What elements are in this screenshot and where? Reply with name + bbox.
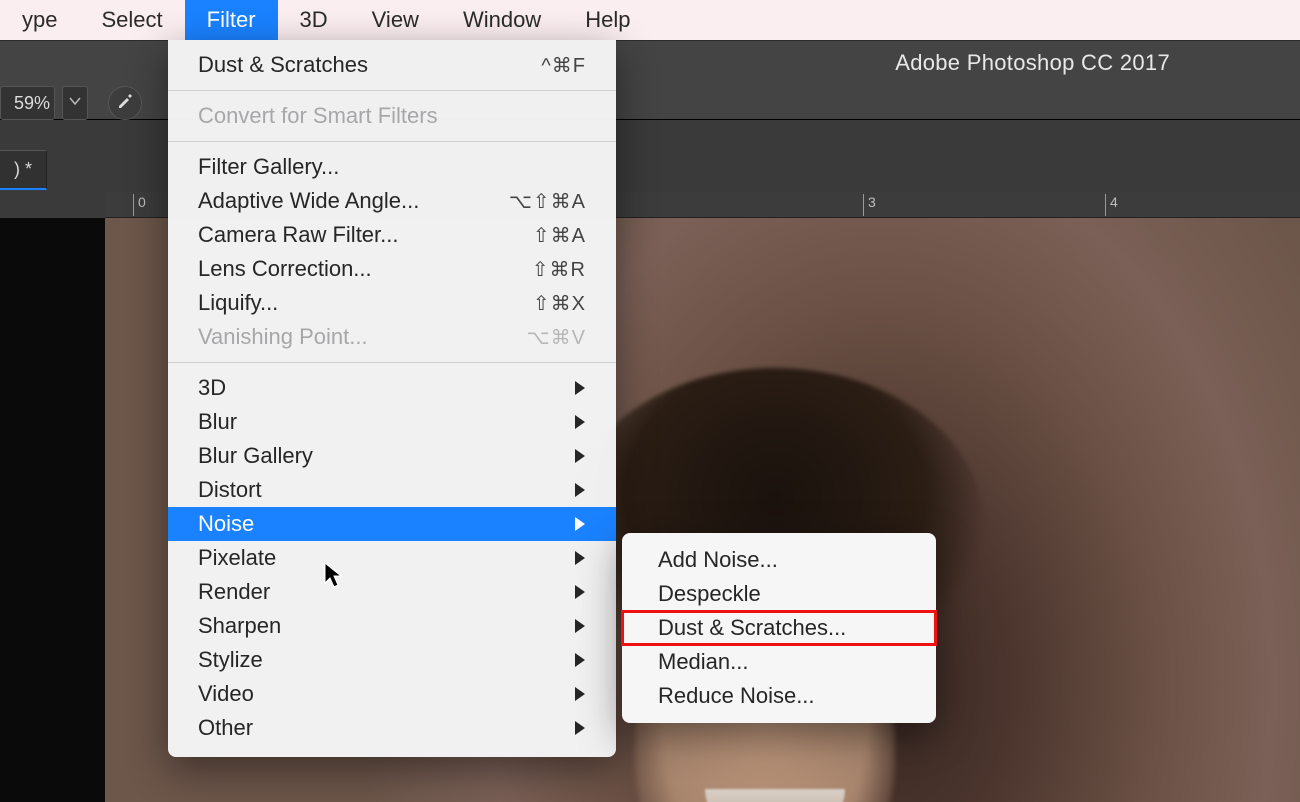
submenu-median[interactable]: Median... (622, 645, 936, 679)
menuitem-label: Video (198, 681, 254, 707)
app-title: Adobe Photoshop CC 2017 (895, 50, 1170, 76)
chevron-down-icon (69, 94, 81, 112)
menu-window[interactable]: Window (441, 0, 563, 40)
ruler-tick: 4 (1105, 194, 1118, 216)
menuitem-label: Blur (198, 409, 237, 435)
menuitem-label: Camera Raw Filter... (198, 222, 399, 248)
menuitem-label: Convert for Smart Filters (198, 103, 438, 129)
submenu-despeckle[interactable]: Despeckle (622, 577, 936, 611)
menuitem-label: Pixelate (198, 545, 276, 571)
filter-dropdown: Dust & Scratches ^⌘F Convert for Smart F… (168, 40, 616, 757)
menuitem-noise[interactable]: Noise (168, 507, 616, 541)
submenu-arrow-icon (574, 483, 586, 497)
menuitem-label: Liquify... (198, 290, 278, 316)
menuitem-label: Other (198, 715, 253, 741)
submenu-arrow-icon (574, 551, 586, 565)
submenu-arrow-icon (574, 721, 586, 735)
menu-3d[interactable]: 3D (278, 0, 350, 40)
pencil-icon (116, 92, 134, 115)
menuitem-label: Lens Correction... (198, 256, 372, 282)
menuitem-lens-correction[interactable]: Lens Correction... ⇧⌘R (168, 252, 616, 286)
menuitem-stylize[interactable]: Stylize (168, 643, 616, 677)
menuitem-other[interactable]: Other (168, 711, 616, 745)
menuitem-label: Noise (198, 511, 254, 537)
menubar: ype Select Filter 3D View Window Help (0, 0, 1300, 40)
menuitem-label: Stylize (198, 647, 263, 673)
photo-smile-region (705, 789, 845, 802)
menuitem-3d[interactable]: 3D (168, 371, 616, 405)
menuitem-label: Dust & Scratches (198, 52, 368, 78)
menuitem-shortcut: ⇧⌘X (533, 291, 586, 316)
menu-separator (168, 362, 616, 363)
submenu-arrow-icon (574, 687, 586, 701)
menuitem-label: 3D (198, 375, 226, 401)
menu-type[interactable]: ype (0, 0, 79, 40)
menuitem-filter-gallery[interactable]: Filter Gallery... (168, 150, 616, 184)
menu-select[interactable]: Select (79, 0, 184, 40)
menuitem-vanishing-point: Vanishing Point... ⌥⌘V (168, 320, 616, 354)
submenu-arrow-icon (574, 619, 586, 633)
submenu-arrow-icon (574, 585, 586, 599)
edit-toolbar-button[interactable] (108, 86, 142, 120)
menuitem-label: Distort (198, 477, 262, 503)
menuitem-render[interactable]: Render (168, 575, 616, 609)
submenu-arrow-icon (574, 449, 586, 463)
menuitem-label: Render (198, 579, 270, 605)
ruler-tick: 0 (133, 194, 146, 216)
submenu-add-noise[interactable]: Add Noise... (622, 543, 936, 577)
menuitem-label: Filter Gallery... (198, 154, 339, 180)
menuitem-last-filter[interactable]: Dust & Scratches ^⌘F (168, 48, 616, 82)
menu-view[interactable]: View (350, 0, 441, 40)
menuitem-blur[interactable]: Blur (168, 405, 616, 439)
menuitem-shortcut: ⇧⌘R (532, 257, 586, 282)
menuitem-pixelate[interactable]: Pixelate (168, 541, 616, 575)
menu-separator (168, 90, 616, 91)
menuitem-distort[interactable]: Distort (168, 473, 616, 507)
submenu-arrow-icon (574, 415, 586, 429)
submenu-arrow-icon (574, 381, 586, 395)
zoom-dropdown[interactable] (62, 86, 88, 120)
submenu-arrow-icon (574, 517, 586, 531)
menuitem-liquify[interactable]: Liquify... ⇧⌘X (168, 286, 616, 320)
submenu-reduce-noise[interactable]: Reduce Noise... (622, 679, 936, 713)
menuitem-shortcut: ^⌘F (541, 53, 586, 78)
menuitem-shortcut: ⌥⌘V (527, 325, 586, 350)
ruler-tick: 3 (863, 194, 876, 216)
menuitem-video[interactable]: Video (168, 677, 616, 711)
menuitem-blur-gallery[interactable]: Blur Gallery (168, 439, 616, 473)
menuitem-camera-raw[interactable]: Camera Raw Filter... ⇧⌘A (168, 218, 616, 252)
submenu-arrow-icon (574, 653, 586, 667)
menuitem-convert-smart: Convert for Smart Filters (168, 99, 616, 133)
menuitem-sharpen[interactable]: Sharpen (168, 609, 616, 643)
menu-filter[interactable]: Filter (185, 0, 278, 40)
zoom-field[interactable]: 59% (0, 86, 55, 120)
noise-submenu: Add Noise... Despeckle Dust & Scratches.… (622, 533, 936, 723)
menuitem-adaptive-wide-angle[interactable]: Adaptive Wide Angle... ⌥⇧⌘A (168, 184, 616, 218)
menuitem-shortcut: ⌥⇧⌘A (509, 189, 586, 214)
menuitem-label: Sharpen (198, 613, 281, 639)
menuitem-label: Adaptive Wide Angle... (198, 188, 419, 214)
menuitem-label: Blur Gallery (198, 443, 313, 469)
menuitem-label: Vanishing Point... (198, 324, 368, 350)
menu-separator (168, 141, 616, 142)
menuitem-shortcut: ⇧⌘A (533, 223, 586, 248)
document-tab[interactable]: ) * (0, 150, 47, 190)
menu-help[interactable]: Help (563, 0, 652, 40)
submenu-dust-scratches[interactable]: Dust & Scratches... (622, 611, 936, 645)
